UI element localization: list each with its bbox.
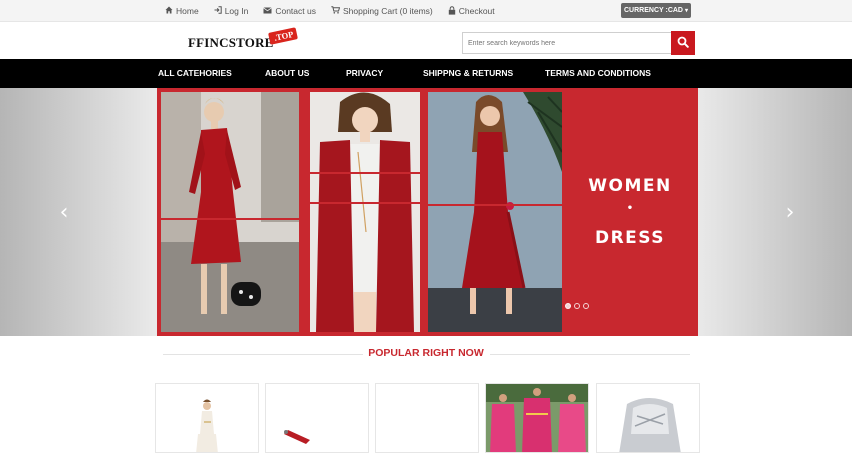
product-card-silver-dress[interactable] (596, 383, 700, 453)
photo-divider (161, 218, 299, 220)
product-card-white-dress[interactable] (155, 383, 259, 453)
photo-divider (310, 202, 420, 204)
home-link-label: Home (176, 6, 199, 16)
photo-divider (428, 204, 562, 206)
product-image (376, 384, 478, 452)
search-icon (677, 36, 689, 51)
checkout-link[interactable]: Checkout (448, 5, 495, 17)
home-link[interactable]: Home (165, 6, 199, 16)
slider-next-arrow[interactable]: › (781, 201, 799, 225)
cart-icon (331, 6, 341, 16)
nav-shipping-returns[interactable]: SHIPPNG & RETURNS (423, 59, 513, 88)
lock-icon (448, 5, 456, 17)
home-icon (165, 6, 173, 16)
contact-link-label: Contact us (275, 6, 316, 16)
hero-photo-red-dress (161, 92, 299, 332)
product-image (486, 384, 588, 452)
login-icon (214, 6, 222, 16)
product-card-pink-saree[interactable] (485, 383, 589, 453)
envelope-icon (263, 6, 273, 16)
cart-link-label: Shopping Cart (0 items) (342, 6, 433, 16)
site-logo[interactable]: FFINCSTORE (188, 35, 274, 51)
nav-terms-conditions[interactable]: TERMS AND CONDITIONS (545, 59, 651, 88)
product-image (597, 384, 699, 452)
photo-divider (310, 172, 420, 174)
hero-photo-red-cardigan (310, 92, 420, 332)
caret-down-icon: ▾ (684, 8, 688, 14)
cart-link[interactable]: Shopping Cart (0 items) (331, 6, 433, 16)
product-card-red-accessory[interactable] (265, 383, 369, 453)
banner-bullet: • (626, 203, 634, 214)
product-image (156, 384, 258, 452)
login-link[interactable]: Log In (214, 6, 249, 16)
banner-line-dress: DRESS (594, 228, 666, 248)
hero-slider: WOMEN • DRESS ‹ › (0, 88, 852, 336)
banner-headline: WOMEN • DRESS (562, 88, 698, 336)
slider-prev-arrow[interactable]: ‹ (55, 201, 73, 225)
nav-all-categories[interactable]: ALL CATEHORIES (158, 59, 232, 88)
search-button[interactable] (671, 31, 695, 55)
main-nav: ALL CATEHORIES ABOUT US PRIVACY SHIPPNG … (0, 59, 852, 88)
contact-link[interactable]: Contact us (263, 6, 316, 16)
login-link-label: Log In (224, 6, 249, 16)
popular-section-title: POPULAR RIGHT NOW (368, 347, 484, 359)
currency-label: CURRENCY :CAD (624, 7, 683, 14)
product-card-blank[interactable] (375, 383, 479, 453)
currency-selector[interactable]: CURRENCY :CAD ▾ (621, 3, 691, 18)
checkout-link-label: Checkout (458, 6, 495, 16)
logo-tag: .TOP (268, 27, 299, 45)
top-links: Home Log In Contact us Shopping Cart (0 … (165, 0, 510, 22)
search-input[interactable] (462, 32, 672, 54)
hero-photo-maxi-dress (428, 92, 562, 332)
product-image (266, 384, 368, 452)
banner-line-women: WOMEN (588, 176, 672, 196)
nav-about-us[interactable]: ABOUT US (265, 59, 309, 88)
top-bar: Home Log In Contact us Shopping Cart (0 … (0, 0, 852, 22)
nav-privacy[interactable]: PRIVACY (346, 59, 383, 88)
site-header: FFINCSTORE .TOP (0, 22, 852, 59)
